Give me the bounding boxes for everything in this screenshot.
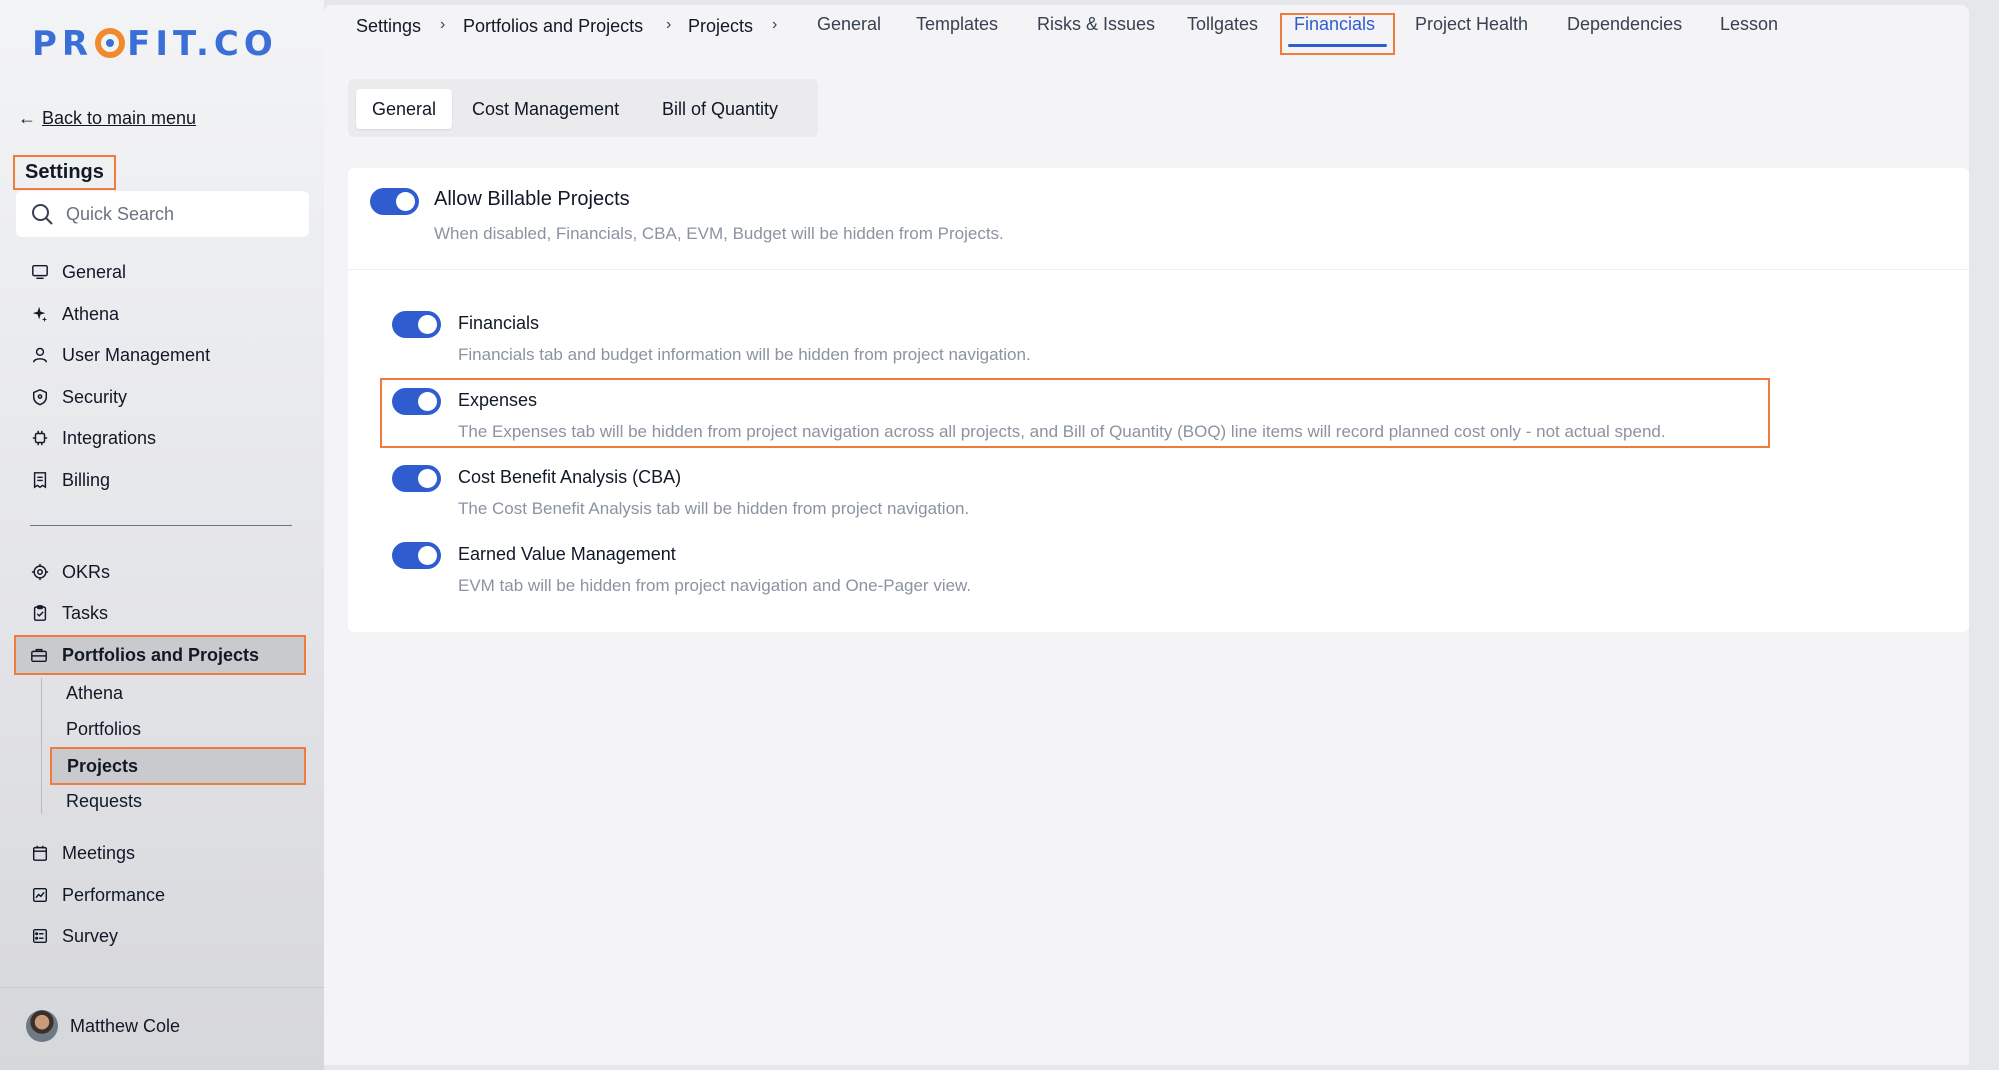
cba-title: Cost Benefit Analysis (CBA) [458,467,682,487]
sidebar-item-okrs[interactable]: OKRs [30,556,110,588]
profit-co-logo[interactable]: PR FIT.CO [32,24,278,64]
evm-description: EVM tab will be hidden from project navi… [458,576,972,595]
quick-search[interactable] [16,191,309,237]
monitor-icon [30,262,50,282]
tab-dependencies[interactable]: Dependencies [1567,14,1682,35]
sub-nav-guide-line [41,678,42,814]
target-icon [30,562,50,582]
sidebar-item-user-management[interactable]: User Management [30,339,210,371]
tab-risks-and-issues[interactable]: Risks & Issues [1037,14,1155,35]
top-navigation: Settings › Portfolios and Projects › Pro… [324,5,1969,57]
financials-toggle[interactable] [392,311,441,338]
breadcrumb-separator-icon: › [440,16,446,33]
financials-description: Financials tab and budget information wi… [458,345,1031,364]
receipt-icon [30,470,50,490]
sidebar-item-survey[interactable]: Survey [30,920,118,952]
chart-line-icon [30,885,50,905]
cba-description: The Cost Benefit Analysis tab will be hi… [458,499,970,518]
logo-target-icon [95,28,126,58]
sub-item-requests[interactable]: Requests [66,786,142,816]
sub-item-athena[interactable]: Athena [66,678,123,708]
sidebar-item-portfolios-and-projects[interactable]: Portfolios and Projects [14,635,306,675]
quick-search-input[interactable] [66,203,286,225]
subtab-bill-of-quantity[interactable]: Bill of Quantity [662,89,778,129]
briefcase-icon [30,645,50,665]
allow-billable-projects-description: When disabled, Financials, CBA, EVM, Bud… [434,224,1004,243]
financials-title: Financials [458,313,540,333]
sub-item-projects[interactable]: Projects [50,747,306,785]
chip-icon [30,428,50,448]
sub-item-portfolios[interactable]: Portfolios [66,714,141,744]
allow-billable-projects-title: Allow Billable Projects [434,188,630,210]
sidebar-item-performance[interactable]: Performance [30,879,165,911]
sparkle-icon [30,304,50,324]
user-icon [30,345,50,365]
tab-lesson[interactable]: Lesson [1720,14,1778,35]
sidebar-item-security[interactable]: Security [30,381,127,413]
active-tab-highlight [1280,13,1395,55]
calendar-icon [30,843,50,863]
user-profile[interactable]: Matthew Cole [26,1010,180,1042]
breadcrumb-portfolios-and-projects[interactable]: Portfolios and Projects [463,16,643,37]
sidebar-item-meetings[interactable]: Meetings [30,837,135,869]
survey-icon [30,926,50,946]
evm-title: Earned Value Management [458,544,676,564]
expenses-option-highlight [380,378,1770,448]
avatar [26,1010,58,1042]
card-divider [348,269,1969,270]
cba-toggle[interactable] [392,465,441,492]
sidebar: PRFIT.CO ←Back to main menu Settings Gen… [0,0,324,1070]
tab-templates[interactable]: Templates [916,14,998,35]
tab-project-health[interactable]: Project Health [1415,14,1528,35]
subtab-cost-management[interactable]: Cost Management [472,89,619,129]
sidebar-divider [30,525,292,526]
tab-general[interactable]: General [817,14,881,35]
main-content: Settings › Portfolios and Projects › Pro… [324,5,1969,1065]
evm-toggle[interactable] [392,542,441,569]
active-tab-underline [1288,44,1387,47]
clipboard-check-icon [30,603,50,623]
arrow-left-icon: ← [18,108,36,128]
sidebar-item-billing[interactable]: Billing [30,464,110,496]
tab-tollgates[interactable]: Tollgates [1187,14,1258,35]
sidebar-item-integrations[interactable]: Integrations [30,422,156,454]
back-to-main-menu-link[interactable]: ← Back to main menu [18,108,196,129]
search-icon [32,204,53,225]
shield-icon [30,387,50,407]
sub-tabs: General Cost Management Bill of Quantity [348,79,818,137]
breadcrumb-separator-icon: › [772,16,778,33]
sidebar-item-general[interactable]: General [30,256,126,288]
breadcrumb-settings[interactable]: Settings [356,16,421,37]
subtab-general[interactable]: General [356,89,453,129]
settings-title: Settings [13,155,116,190]
sidebar-footer-divider [0,987,324,988]
breadcrumb-projects[interactable]: Projects [688,16,753,37]
sidebar-item-athena[interactable]: Athena [30,298,119,330]
breadcrumb-separator-icon: › [666,16,672,33]
sidebar-item-tasks[interactable]: Tasks [30,597,108,629]
allow-billable-projects-toggle[interactable] [370,188,419,215]
